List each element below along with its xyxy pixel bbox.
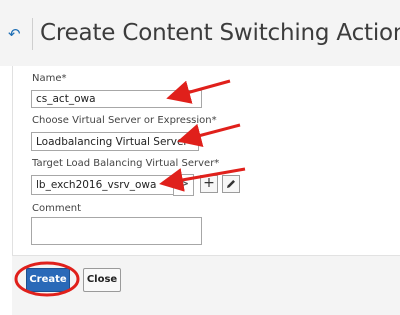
annotation-arrow bbox=[166, 79, 231, 104]
annotation-overlay bbox=[14, 79, 246, 297]
annotation-arrow bbox=[177, 123, 241, 148]
annotation-circle bbox=[14, 261, 80, 297]
annotation-arrow bbox=[159, 167, 246, 192]
